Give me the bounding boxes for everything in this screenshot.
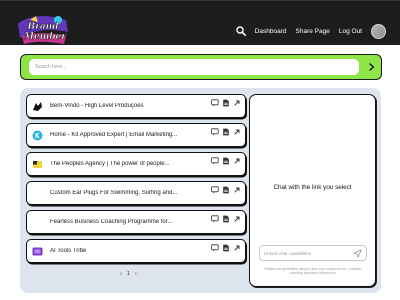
send-icon[interactable]: [353, 249, 362, 258]
chat-input-box: [259, 245, 367, 261]
external-link-icon[interactable]: [233, 244, 241, 252]
link-card[interactable]: Custom Ear Plugs For Swimming, Surfing a…: [26, 181, 246, 205]
chat-icon[interactable]: [211, 244, 219, 252]
link-card[interactable]: Home - Kit Approved Expert | Email Marke…: [26, 123, 246, 147]
document-icon[interactable]: [222, 186, 230, 194]
chat-icon[interactable]: [211, 186, 219, 194]
link-actions: [211, 157, 241, 165]
link-actions: [211, 244, 241, 252]
external-link-icon[interactable]: [233, 157, 241, 165]
nav-dashboard-link[interactable]: Dashboard: [255, 28, 287, 35]
next-page-button[interactable]: ›: [135, 271, 137, 277]
link-actions: [211, 186, 241, 194]
link-card[interactable]: Bem-Vindo - High Level Produções: [26, 94, 246, 118]
chat-icon[interactable]: [211, 99, 219, 107]
external-link-icon[interactable]: [233, 186, 241, 194]
chat-icon[interactable]: [211, 215, 219, 223]
svg-text:Brand: Brand: [26, 22, 59, 32]
search-icon[interactable]: [236, 26, 246, 36]
search-input[interactable]: [29, 59, 359, 75]
document-icon[interactable]: [222, 99, 230, 107]
external-link-icon[interactable]: [233, 215, 241, 223]
link-title: Bem-Vindo - High Level Produções: [50, 103, 144, 109]
user-avatar[interactable]: [371, 23, 386, 39]
link-actions: [211, 128, 241, 136]
ai-disclaimer: Replies are generated using AI and may c…: [264, 267, 362, 276]
k-circle-logo-icon: [32, 130, 43, 141]
content-panel: Bem-Vindo - High Level Produções Home - …: [20, 88, 381, 293]
link-title: Custom Ear Plugs For Swimming, Surfing a…: [50, 190, 178, 196]
link-title: Home - Kit Approved Expert | Email Marke…: [50, 132, 178, 138]
link-card[interactable]: The Peoples Agency | The power of people…: [26, 152, 246, 176]
document-icon[interactable]: [222, 128, 230, 136]
brand-logo[interactable]: Brand Member: [16, 14, 70, 46]
current-page: 1: [126, 271, 130, 277]
flag-logo-icon: [32, 159, 43, 170]
purple-square-logo-icon: [32, 246, 43, 257]
pagination: ‹ 1 ›: [120, 271, 137, 277]
search-bar: [20, 54, 382, 80]
link-list: Bem-Vindo - High Level Produções Home - …: [26, 94, 246, 268]
nav-share-page-link[interactable]: Share Page: [296, 28, 330, 35]
prev-page-button[interactable]: ‹: [120, 271, 122, 277]
document-icon[interactable]: [222, 157, 230, 165]
chat-heading: Chat with the link you select: [273, 184, 352, 191]
link-title: Fearless Business Coaching Programme for…: [50, 219, 173, 225]
external-link-icon[interactable]: [233, 128, 241, 136]
document-icon[interactable]: [222, 244, 230, 252]
link-actions: [211, 99, 241, 107]
top-navigation-bar: Brand Member Dashboard Share Page Log Ou…: [0, 0, 400, 45]
chat-icon[interactable]: [211, 128, 219, 136]
svg-text:Member: Member: [23, 32, 67, 42]
chevron-right-icon[interactable]: [367, 61, 377, 73]
chat-input[interactable]: [264, 249, 352, 258]
wolf-logo-icon: [32, 101, 43, 112]
link-title: The Peoples Agency | The power of people…: [50, 161, 170, 167]
link-title: AI Tools Tribe: [50, 248, 87, 254]
link-actions: [211, 215, 241, 223]
nav-logout-link[interactable]: Log Out: [339, 28, 362, 35]
chat-panel: Chat with the link you select Replies ar…: [249, 94, 376, 287]
nav-menu: Dashboard Share Page Log Out: [236, 23, 386, 39]
document-icon[interactable]: [222, 215, 230, 223]
external-link-icon[interactable]: [233, 99, 241, 107]
chat-icon[interactable]: [211, 157, 219, 165]
link-card[interactable]: AI Tools Tribe: [26, 239, 246, 263]
link-card[interactable]: Fearless Business Coaching Programme for…: [26, 210, 246, 234]
